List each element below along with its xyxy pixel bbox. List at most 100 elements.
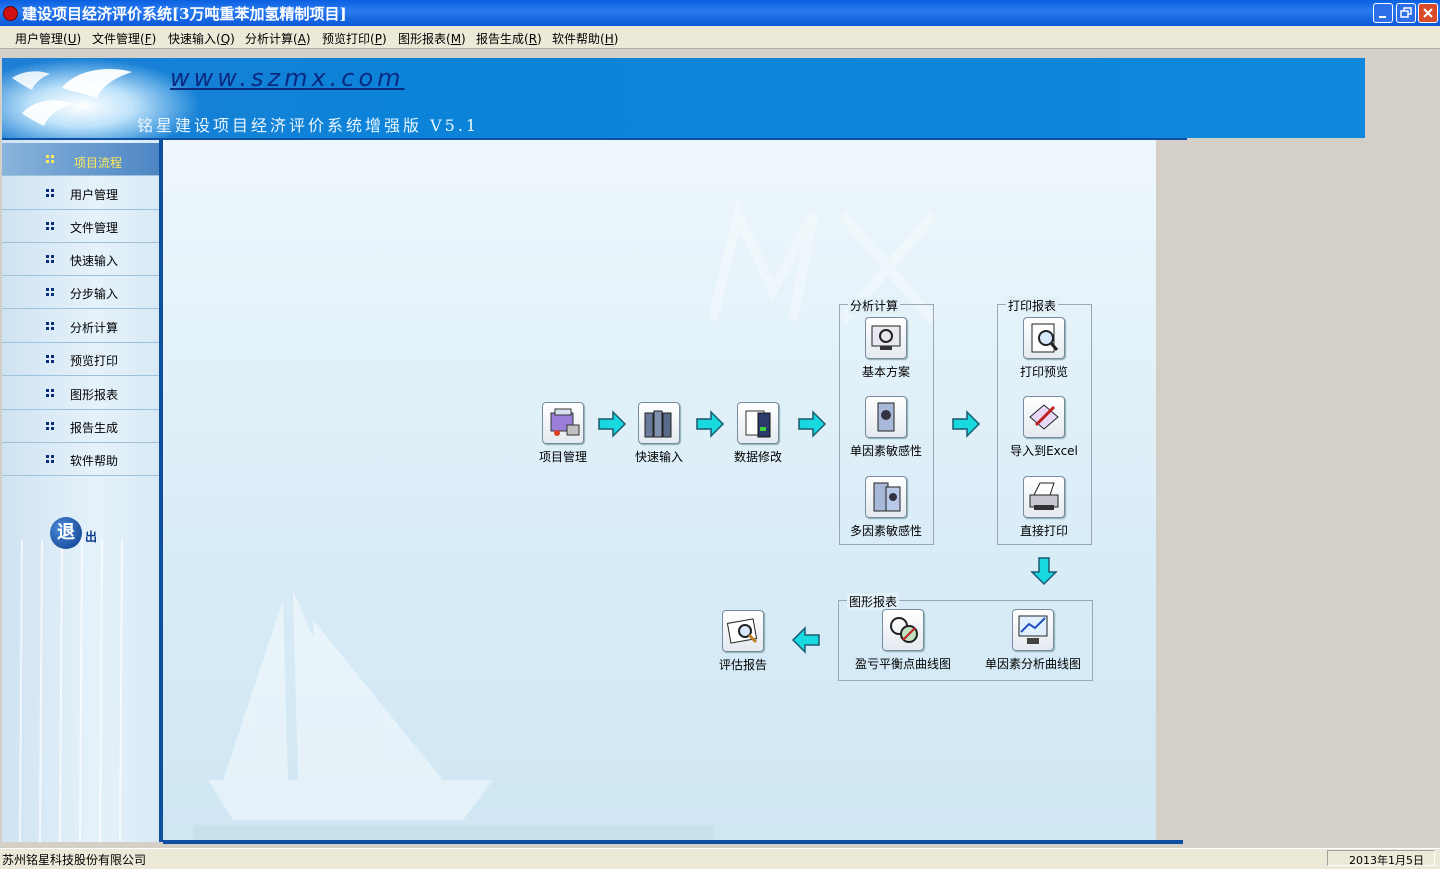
minimize-button[interactable]: [1373, 3, 1393, 23]
breakeven-chart-node[interactable]: 盈亏平衡点曲线图: [848, 609, 958, 672]
company-name: 苏州铭星科技股份有限公司: [2, 853, 147, 867]
sidebar-item-preview-print[interactable]: 预览打印: [2, 343, 159, 376]
menu-help[interactable]: 软件帮助(H): [552, 30, 618, 47]
report-node[interactable]: 评估报告: [703, 610, 783, 673]
sidebar-item-help[interactable]: 软件帮助: [2, 443, 159, 476]
apple-icon[interactable]: [3, 6, 18, 21]
sidebar-item-file-manage[interactable]: 文件管理: [2, 210, 159, 243]
empty-area: [1156, 140, 1440, 842]
node-label: 直接打印: [1019, 524, 1068, 538]
arrow-right-icon: [798, 410, 827, 438]
sidebar-item-chart-report[interactable]: 图形报表: [2, 377, 159, 410]
main-panel-bottom-border: [163, 840, 1183, 844]
close-icon: [1423, 8, 1433, 18]
sidebar-item-label: 项目流程: [74, 156, 123, 170]
sidebar-item-label: 用户管理: [70, 188, 119, 202]
close-button[interactable]: [1418, 3, 1438, 23]
data-modify-icon: [737, 402, 779, 444]
sidebar-item-quick-input[interactable]: 快速输入: [2, 243, 159, 276]
single-factor-chart-icon: [1012, 609, 1054, 651]
menu-user-manage[interactable]: 用户管理(U): [15, 30, 81, 47]
restore-button[interactable]: [1396, 3, 1416, 23]
sidebar-item-label: 分步输入: [70, 287, 119, 301]
base-plan-icon: [865, 317, 907, 359]
menu-bar: 用户管理(U) 文件管理(F) 快速输入(Q) 分析计算(A) 预览打印(P) …: [0, 26, 1440, 49]
node-label: 单因素分析曲线图: [984, 657, 1081, 671]
sidebar-item-analysis[interactable]: 分析计算: [2, 310, 159, 343]
quick-input-node[interactable]: 快速输入: [619, 402, 699, 465]
single-factor-node[interactable]: 单因素敏感性: [846, 396, 926, 459]
group-title: 打印报表: [1006, 297, 1059, 314]
exit-button[interactable]: 退 出: [50, 517, 110, 551]
quick-input-icon: [638, 402, 680, 444]
sidebar-decoration: [19, 540, 123, 842]
sidebar-item-label: 文件管理: [70, 221, 119, 235]
base-plan-node[interactable]: 基本方案: [846, 317, 926, 380]
grid-dots-icon: [46, 322, 54, 330]
sidebar-item-project-flow[interactable]: 项目流程: [2, 143, 159, 176]
single-factor-icon: [865, 396, 907, 438]
sidebar: 项目流程 用户管理 文件管理 快速输入 分步输入 分析计算 预览打印 图形报表 …: [2, 140, 159, 842]
grid-dots-icon: [46, 422, 54, 430]
sidebar-item-step-input[interactable]: 分步输入: [2, 276, 159, 309]
status-date: 2013年1月5日: [1349, 854, 1424, 867]
export-excel-node[interactable]: 导入到Excel: [1004, 396, 1084, 459]
node-label: 快速输入: [634, 450, 683, 464]
data-modify-node[interactable]: 数据修改: [718, 402, 798, 465]
website-url: www.szmx.com: [170, 64, 405, 92]
menu-preview-print[interactable]: 预览打印(P): [322, 30, 387, 47]
direct-print-node[interactable]: 直接打印: [1004, 476, 1084, 539]
grid-dots-icon: [46, 455, 54, 463]
node-label: 单因素敏感性: [849, 444, 922, 458]
menu-chart-report[interactable]: 图形报表(M): [398, 30, 466, 47]
banner-subtitle: 铭星建设项目经济评价系统增强版 V5.1: [137, 116, 480, 135]
multi-factor-icon: [865, 476, 907, 518]
menu-file-manage[interactable]: 文件管理(F): [92, 30, 156, 47]
printer-icon: [1023, 476, 1065, 518]
sailboat-background-image: [193, 590, 713, 840]
single-factor-chart-node[interactable]: 单因素分析曲线图: [978, 609, 1088, 672]
grid-dots-icon: [46, 288, 54, 296]
menu-report-gen[interactable]: 报告生成(R): [476, 30, 542, 47]
sidebar-item-label: 快速输入: [70, 254, 119, 268]
breakeven-chart-icon: [882, 609, 924, 651]
grid-dots-icon: [46, 255, 54, 263]
node-label: 打印预览: [1019, 365, 1068, 379]
arrow-left-icon: [791, 626, 820, 654]
sidebar-item-label: 分析计算: [70, 321, 119, 335]
report-icon: [722, 610, 764, 652]
print-preview-icon: [1023, 317, 1065, 359]
sidebar-item-label: 图形报表: [70, 388, 119, 402]
node-label: 评估报告: [718, 658, 767, 672]
restore-icon: [1400, 7, 1412, 18]
project-manage-node[interactable]: 项目管理: [523, 402, 603, 465]
status-bar: [0, 848, 1440, 869]
export-excel-icon: [1023, 396, 1065, 438]
group-title: 图形报表: [847, 593, 900, 610]
arrow-right-icon: [952, 410, 981, 438]
exit-icon: 退: [50, 517, 82, 549]
grid-dots-icon: [46, 355, 54, 363]
grid-dots-icon: [46, 222, 54, 230]
sidebar-item-label: 预览打印: [70, 354, 119, 368]
print-preview-node[interactable]: 打印预览: [1004, 317, 1084, 380]
menu-analysis[interactable]: 分析计算(A): [245, 30, 311, 47]
node-label: 项目管理: [538, 450, 587, 464]
menu-quick-input[interactable]: 快速输入(Q): [168, 30, 235, 47]
arrow-down-icon: [1030, 557, 1058, 586]
sidebar-item-user-manage[interactable]: 用户管理: [2, 177, 159, 210]
sidebar-item-label: 软件帮助: [70, 454, 119, 468]
node-label: 数据修改: [733, 450, 782, 464]
sidebar-item-label: 报告生成: [70, 421, 119, 435]
multi-factor-node[interactable]: 多因素敏感性: [846, 476, 926, 539]
node-label: 导入到Excel: [1010, 444, 1078, 458]
node-label: 盈亏平衡点曲线图: [854, 657, 951, 671]
sidebar-item-report-gen[interactable]: 报告生成: [2, 410, 159, 443]
window-title: 建设项目经济评价系统[3万吨重苯加氢精制项目]: [22, 5, 347, 23]
node-label: 基本方案: [861, 365, 910, 379]
grid-dots-icon: [46, 189, 54, 197]
project-manage-icon: [542, 402, 584, 444]
minimize-icon: [1379, 16, 1386, 18]
grid-dots-icon: [46, 155, 54, 163]
grid-dots-icon: [46, 389, 54, 397]
